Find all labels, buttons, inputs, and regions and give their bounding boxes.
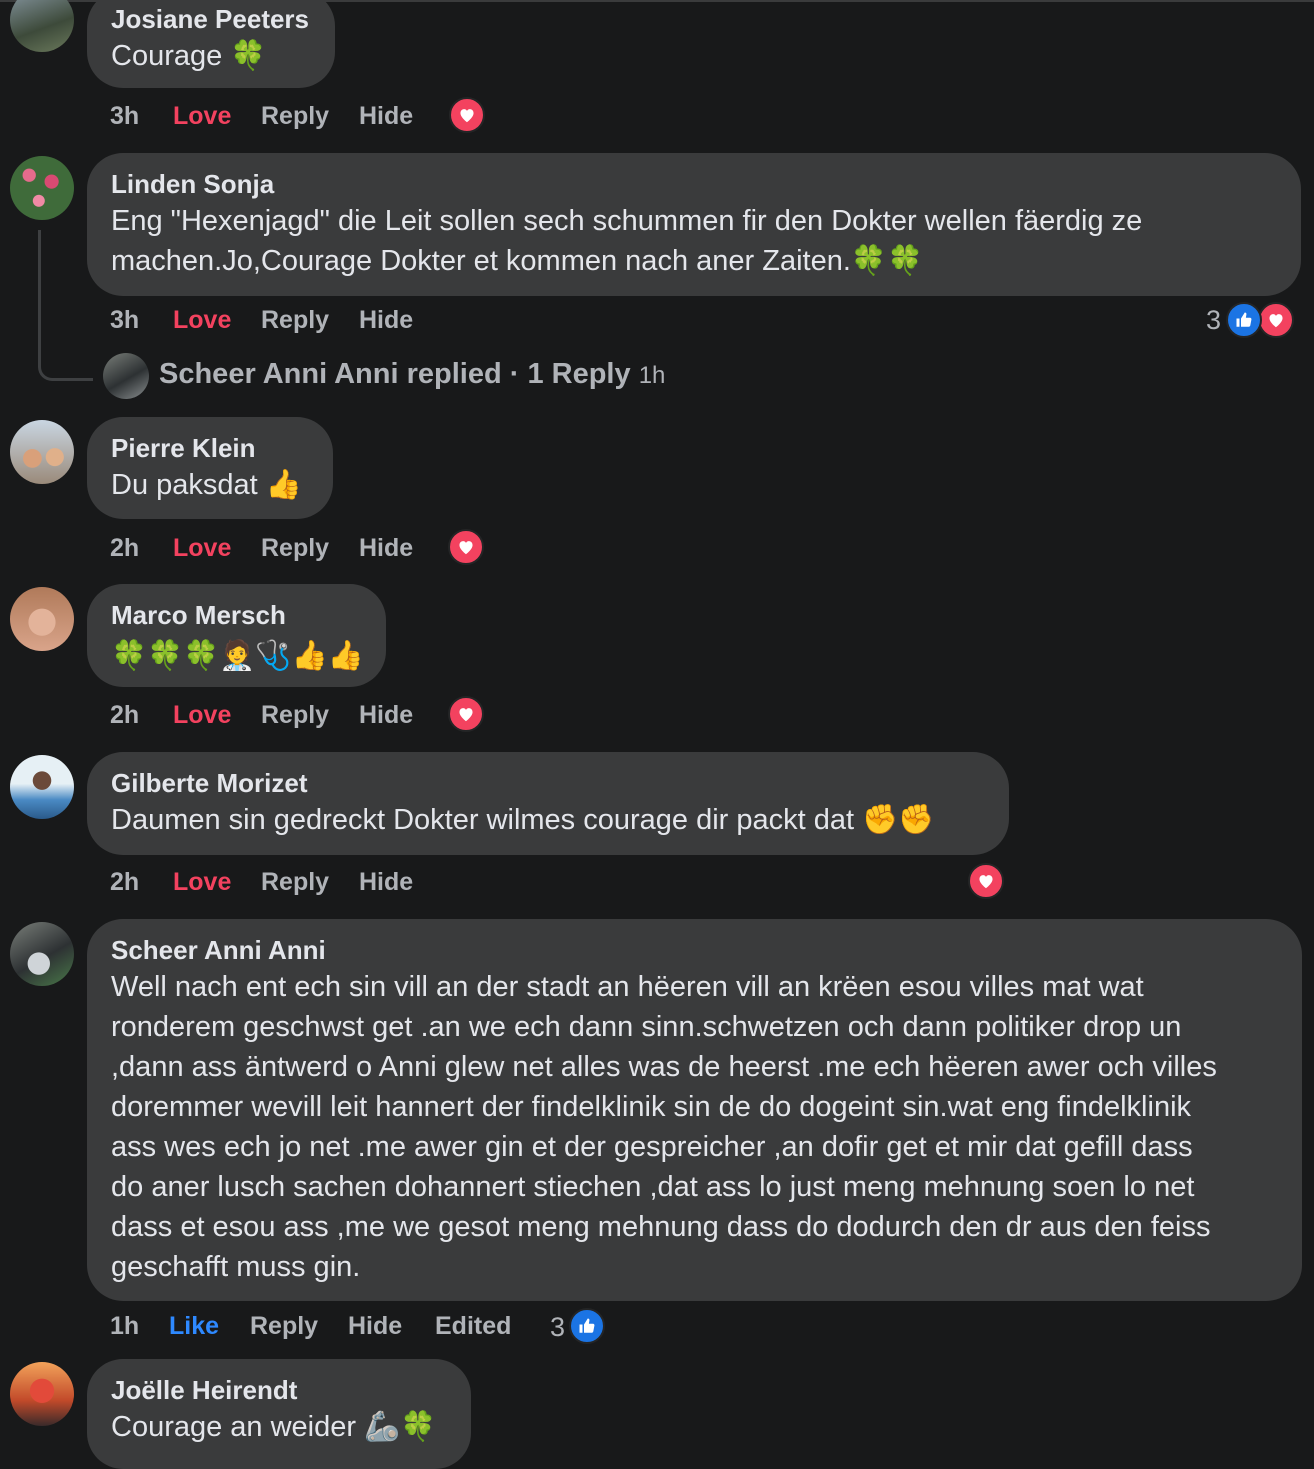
comment-bubble: Linden Sonja Eng "Hexenjagd" die Leit so… (87, 153, 1301, 296)
comment-text: Courage 🍀 (111, 40, 267, 72)
comment-text-line: ronderem geschwst get .an we ech dann si… (111, 1011, 1182, 1043)
like-reaction-icon[interactable] (569, 1308, 605, 1344)
heart-reaction-icon[interactable] (448, 529, 484, 565)
comment-author[interactable]: Linden Sonja (111, 169, 274, 200)
heart-reaction-icon[interactable] (449, 97, 485, 133)
reply-thread-connector (38, 230, 93, 381)
love-button[interactable]: Love (173, 701, 231, 730)
comment-author[interactable]: Gilberte Morizet (111, 768, 307, 799)
comment-time[interactable]: 3h (110, 306, 139, 335)
hide-button[interactable]: Hide (348, 1312, 402, 1341)
reply-button[interactable]: Reply (261, 534, 329, 563)
comment-text: Du paksdat 👍 (111, 469, 302, 501)
love-button[interactable]: Love (173, 868, 231, 897)
hide-button[interactable]: Hide (359, 534, 413, 563)
avatar-scheer-anni-anni[interactable] (10, 922, 74, 986)
heart-reaction-icon[interactable] (448, 696, 484, 732)
comment-text: Daumen sin gedreckt Dokter wilmes courag… (111, 804, 935, 836)
love-button[interactable]: Love (173, 306, 231, 335)
love-button[interactable]: Love (173, 534, 231, 563)
comment-text-line: machen.Jo,Courage Dokter et kommen nach … (111, 245, 924, 277)
reply-button[interactable]: Reply (250, 1312, 318, 1341)
comment-text-line: Eng "Hexenjagd" die Leit sollen sech sch… (111, 205, 1143, 237)
comment-author[interactable]: Joëlle Heirendt (111, 1375, 297, 1406)
comment-time[interactable]: 2h (110, 701, 139, 730)
comment-author[interactable]: Josiane Peeters (111, 4, 309, 35)
comment-text-line: ass wes ech jo net .me awer gin et der g… (111, 1131, 1193, 1163)
comment-text-line: doremmer wevill leit hannert der findelk… (111, 1091, 1192, 1123)
comment-bubble: Gilberte Morizet Daumen sin gedreckt Dok… (87, 752, 1009, 855)
avatar-joelle-heirendt[interactable] (10, 1362, 74, 1426)
avatar-gilberte-morizet[interactable] (10, 755, 74, 819)
edited-label: Edited (435, 1312, 512, 1340)
comment-text-line: dass et esou ass ,me we gesot meng mehnu… (111, 1211, 1211, 1243)
comment-author[interactable]: Scheer Anni Anni (111, 935, 326, 966)
love-button[interactable]: Love (173, 102, 231, 131)
hide-button[interactable]: Hide (359, 102, 413, 131)
comment-text: Courage an weider 🦾🍀 (111, 1411, 437, 1443)
replies-summary[interactable]: Scheer Anni Anni replied · 1 Reply (159, 358, 631, 390)
reply-button[interactable]: Reply (261, 868, 329, 897)
comment-time[interactable]: 3h (110, 102, 139, 131)
comment-text-line: ,dann ass äntwerd o Anni glew net alles … (111, 1051, 1217, 1083)
avatar-pierre-klein[interactable] (10, 420, 74, 484)
comment-author[interactable]: Pierre Klein (111, 433, 256, 464)
comment-bubble: Marco Mersch 🍀🍀🍀🧑‍⚕️🩺👍👍 (87, 584, 386, 687)
avatar-josiane-peeters[interactable] (10, 0, 74, 52)
reaction-count[interactable]: 3 (550, 1312, 565, 1343)
like-button[interactable]: Like (169, 1312, 219, 1341)
heart-reaction-icon[interactable] (1258, 302, 1294, 338)
comment-text-line: Well nach ent ech sin vill an der stadt … (111, 971, 1144, 1003)
like-reaction-icon[interactable] (1226, 302, 1262, 338)
avatar-linden-sonja[interactable] (10, 156, 74, 220)
avatar-marco-mersch[interactable] (10, 587, 74, 651)
reply-button[interactable]: Reply (261, 102, 329, 131)
comment-bubble: Josiane Peeters Courage 🍀 (87, 0, 335, 88)
replies-time: 1h (638, 362, 666, 389)
comment-text: 🍀🍀🍀🧑‍⚕️🩺👍👍 (111, 640, 364, 672)
comment-time[interactable]: 2h (110, 868, 139, 897)
reply-button[interactable]: Reply (261, 306, 329, 335)
comment-text-line: do aner lusch sachen dohannert stiechen … (111, 1171, 1195, 1203)
hide-button[interactable]: Hide (359, 701, 413, 730)
hide-button[interactable]: Hide (359, 868, 413, 897)
reaction-count[interactable]: 3 (1206, 305, 1221, 336)
comment-bubble: Pierre Klein Du paksdat 👍 (87, 417, 333, 519)
avatar-scheer-anni-anni-small[interactable] (103, 353, 149, 399)
comment-author[interactable]: Marco Mersch (111, 600, 286, 631)
comment-text-line: geschafft muss gin. (111, 1251, 361, 1283)
heart-reaction-icon[interactable] (968, 863, 1004, 899)
reply-button[interactable]: Reply (261, 701, 329, 730)
comment-bubble: Scheer Anni Anni Well nach ent ech sin v… (87, 919, 1302, 1301)
comment-time[interactable]: 2h (110, 534, 139, 563)
comment-bubble: Joëlle Heirendt Courage an weider 🦾🍀 (87, 1359, 471, 1469)
view-replies-link[interactable]: Scheer Anni Anni replied · 1 Reply 1h (159, 358, 665, 391)
hide-button[interactable]: Hide (359, 306, 413, 335)
comment-time[interactable]: 1h (110, 1312, 139, 1341)
